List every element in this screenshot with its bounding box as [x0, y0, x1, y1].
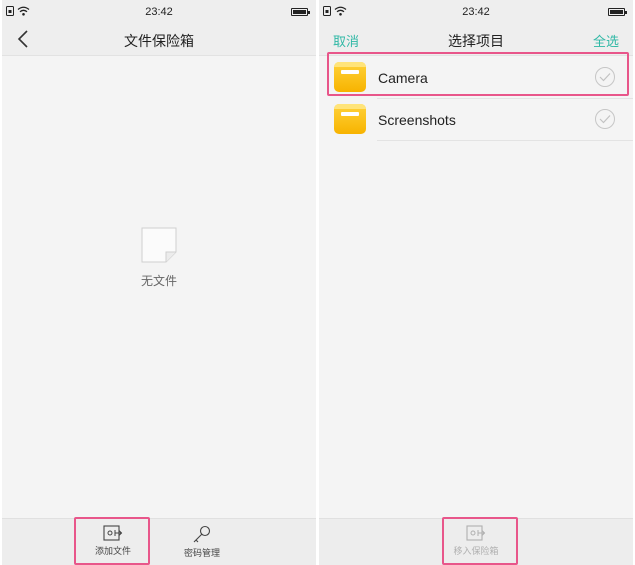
yellow-folder-icon: [334, 62, 366, 92]
checkbox-screenshots[interactable]: [595, 109, 615, 129]
nav-bar: 取消 选择项目 全选: [319, 24, 633, 56]
bottom-toolbar: 添加文件 密码管理: [2, 518, 316, 565]
right-screen: 23:42 取消 选择项目 全选 Camera Screenshots 移入保险…: [319, 0, 633, 565]
empty-label: 无文件: [140, 274, 177, 288]
check-icon: [599, 115, 611, 124]
status-time: 23:42: [145, 6, 173, 18]
add-files-label: 添加文件: [94, 546, 131, 556]
password-management-button[interactable]: 密码管理: [167, 525, 237, 559]
yellow-folder-icon: [334, 104, 366, 134]
checkbox-camera[interactable]: [595, 67, 615, 87]
move-to-safe-label: 移入保险箱: [453, 546, 499, 556]
list-item-camera[interactable]: Camera: [319, 57, 633, 99]
page-title: 选择项目: [448, 33, 504, 49]
select-all-button[interactable]: 全选: [593, 31, 619, 50]
bottom-toolbar: 移入保险箱: [319, 518, 633, 565]
left-screen: 23:42 文件保险箱 无文件 添加文件 密码管理: [2, 0, 316, 565]
key-icon: [193, 525, 211, 543]
move-to-safe-button[interactable]: 移入保险箱: [441, 525, 511, 557]
item-label: Screenshots: [378, 112, 456, 128]
password-management-label: 密码管理: [183, 548, 220, 558]
status-time: 23:42: [462, 6, 490, 18]
divider: [377, 140, 633, 141]
battery-icon: [608, 8, 627, 16]
status-bar: 23:42: [2, 0, 316, 24]
battery-icon: [291, 8, 310, 16]
nav-bar: 文件保险箱: [2, 24, 316, 56]
add-files-button[interactable]: 添加文件: [78, 525, 148, 557]
item-label: Camera: [378, 70, 428, 86]
page-title: 文件保险箱: [124, 33, 194, 49]
list-item-screenshots[interactable]: Screenshots: [319, 99, 633, 141]
status-bar: 23:42: [319, 0, 633, 24]
empty-state: 无文件: [2, 226, 316, 289]
check-icon: [599, 73, 611, 82]
safe-import-icon: [103, 525, 123, 541]
blank-document-icon: [141, 227, 177, 263]
safe-import-icon: [466, 525, 486, 541]
folder-list: Camera Screenshots: [319, 57, 633, 141]
